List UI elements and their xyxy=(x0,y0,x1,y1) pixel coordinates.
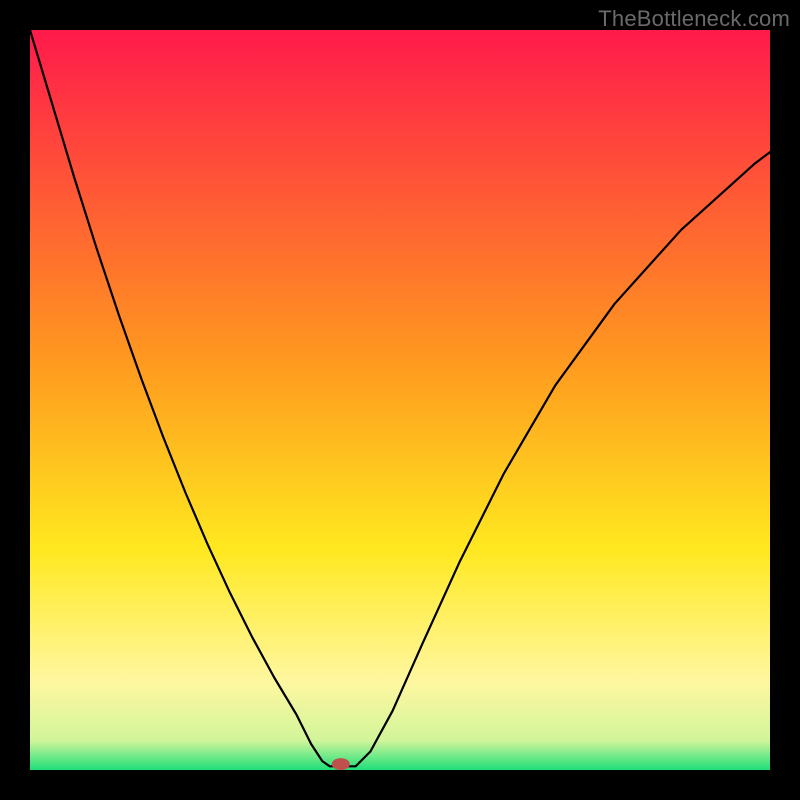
bottleneck-marker xyxy=(332,758,350,770)
bottleneck-chart xyxy=(30,30,770,770)
gradient-background xyxy=(30,30,770,770)
watermark-text: TheBottleneck.com xyxy=(598,6,790,32)
chart-frame xyxy=(30,30,770,770)
